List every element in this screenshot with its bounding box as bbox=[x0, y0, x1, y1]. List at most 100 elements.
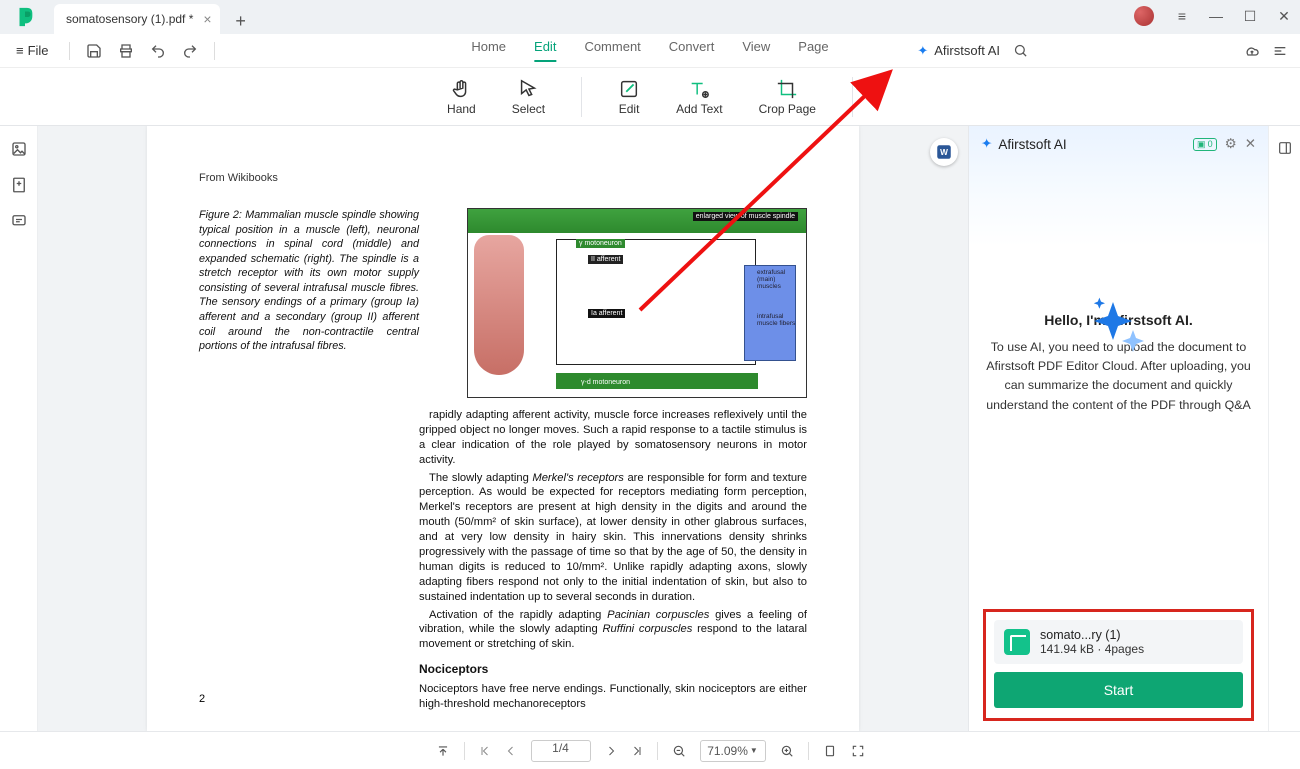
figure-label: Ia afferent bbox=[588, 309, 625, 318]
tab-edit[interactable]: Edit bbox=[534, 39, 556, 62]
file-menu-label: File bbox=[28, 43, 49, 58]
figure-illustration: enlarged view of muscle spindle II affer… bbox=[467, 208, 807, 398]
close-icon[interactable]: ✕ bbox=[1245, 136, 1256, 152]
add-text-tool[interactable]: Add Text bbox=[676, 78, 722, 116]
ai-panel-title: Afirstsoft AI bbox=[998, 137, 1066, 152]
file-type-icon bbox=[1004, 629, 1030, 655]
next-page-icon[interactable] bbox=[605, 745, 617, 757]
page-number: 2 bbox=[199, 693, 205, 705]
crop-page-tool[interactable]: Crop Page bbox=[759, 78, 816, 116]
tab-home[interactable]: Home bbox=[471, 39, 506, 62]
separator bbox=[464, 742, 465, 760]
edit-icon bbox=[618, 78, 640, 100]
zoom-level[interactable]: 71.09%▼ bbox=[700, 740, 766, 762]
menu-tabs: Home Edit Comment Convert View Page bbox=[471, 39, 828, 62]
cloud-upload-icon[interactable] bbox=[1244, 43, 1260, 59]
sparkle-icon: ✦ bbox=[917, 43, 928, 59]
new-tab-button[interactable]: + bbox=[228, 8, 254, 34]
last-page-icon[interactable] bbox=[631, 745, 643, 757]
figure-label: enlarged view of muscle spindle bbox=[693, 212, 798, 221]
hamburger-icon: ≡ bbox=[16, 43, 24, 58]
window-minimize-icon[interactable]: — bbox=[1206, 6, 1226, 26]
separator bbox=[581, 77, 582, 117]
ai-file-meta: 141.94 kB · 4pages bbox=[1040, 642, 1144, 656]
separator bbox=[657, 742, 658, 760]
window-close-icon[interactable]: ✕ bbox=[1274, 6, 1294, 26]
edit-tool[interactable]: Edit bbox=[618, 78, 640, 116]
left-rail bbox=[0, 126, 38, 731]
cursor-icon bbox=[517, 78, 539, 100]
figure-label: γ-d motoneuron bbox=[578, 378, 633, 387]
hand-tool-label: Hand bbox=[447, 102, 476, 116]
first-page-icon[interactable] bbox=[479, 745, 491, 757]
collapse-panel-icon[interactable] bbox=[1277, 140, 1293, 156]
app-logo bbox=[14, 6, 36, 28]
tab-view[interactable]: View bbox=[742, 39, 770, 62]
gear-icon[interactable]: ⚙ bbox=[1225, 136, 1237, 152]
sparkle-icon: ✦ bbox=[981, 136, 992, 152]
hamburger-menu-icon[interactable]: ≡ bbox=[1172, 6, 1192, 26]
tab-convert[interactable]: Convert bbox=[669, 39, 715, 62]
search-icon[interactable] bbox=[1013, 43, 1028, 58]
title-bar: somatosensory (1).pdf * × + ≡ — ☐ ✕ bbox=[0, 0, 1300, 34]
separator bbox=[808, 742, 809, 760]
crop-page-tool-label: Crop Page bbox=[759, 102, 816, 116]
undo-icon[interactable] bbox=[150, 43, 166, 59]
add-text-icon bbox=[688, 78, 710, 100]
sparkle-large-icon bbox=[1087, 296, 1151, 360]
user-avatar[interactable] bbox=[1134, 6, 1154, 26]
print-icon[interactable] bbox=[118, 43, 134, 59]
right-rail bbox=[1268, 126, 1300, 731]
ai-button-label: Afirstsoft AI bbox=[934, 43, 1000, 58]
crop-icon bbox=[776, 78, 798, 100]
save-icon[interactable] bbox=[86, 43, 102, 59]
fullscreen-icon[interactable] bbox=[851, 744, 865, 758]
ai-file-name: somato...ry (1) bbox=[1040, 628, 1144, 642]
separator bbox=[69, 42, 70, 60]
ribbon: Hand Select Edit Add Text Crop Page bbox=[0, 68, 1300, 126]
ai-upload-box: somato...ry (1) 141.94 kB · 4pages Start bbox=[983, 609, 1254, 721]
figure-label: extrafusal (main) muscles bbox=[754, 269, 802, 291]
ai-button[interactable]: ✦ Afirstsoft AI bbox=[917, 43, 1000, 59]
quick-bar: ≡ File Home Edit Comment Convert View Pa… bbox=[0, 34, 1300, 68]
svg-text:W: W bbox=[940, 148, 948, 157]
separator bbox=[214, 42, 215, 60]
bookmarks-icon[interactable] bbox=[10, 176, 28, 194]
ai-file-row[interactable]: somato...ry (1) 141.94 kB · 4pages bbox=[994, 620, 1243, 664]
comments-icon[interactable] bbox=[10, 212, 28, 230]
thumbnails-icon[interactable] bbox=[10, 140, 28, 158]
tab-comment[interactable]: Comment bbox=[584, 39, 640, 62]
document-tab[interactable]: somatosensory (1).pdf * × bbox=[54, 4, 220, 34]
window-maximize-icon[interactable]: ☐ bbox=[1240, 6, 1260, 26]
scroll-top-icon[interactable] bbox=[436, 744, 450, 758]
ai-panel: ✦ Afirstsoft AI ▣ 0 ⚙ ✕ Hello, I'm Afirs… bbox=[968, 126, 1268, 731]
figure-label: II afferent bbox=[588, 255, 623, 264]
file-menu-button[interactable]: ≡ File bbox=[10, 43, 55, 58]
edit-tool-label: Edit bbox=[619, 102, 640, 116]
prev-page-icon[interactable] bbox=[505, 745, 517, 757]
close-tab-icon[interactable]: × bbox=[203, 11, 211, 27]
zoom-out-icon[interactable] bbox=[672, 744, 686, 758]
hand-tool[interactable]: Hand bbox=[447, 78, 476, 116]
page-source-line: From Wikibooks bbox=[199, 172, 807, 184]
document-tab-title: somatosensory (1).pdf * bbox=[66, 12, 193, 26]
figure-caption: Figure 2: Mammalian muscle spindle showi… bbox=[199, 208, 419, 354]
ai-badge[interactable]: ▣ 0 bbox=[1193, 138, 1217, 151]
panel-toggle-icon[interactable] bbox=[1272, 43, 1288, 59]
tab-page[interactable]: Page bbox=[798, 39, 828, 62]
zoom-in-icon[interactable] bbox=[780, 744, 794, 758]
document-viewer[interactable]: From Wikibooks Figure 2: Mammalian muscl… bbox=[38, 126, 968, 731]
main-area: From Wikibooks Figure 2: Mammalian muscl… bbox=[0, 126, 1300, 731]
figure-label: intrafusal muscle fibers bbox=[754, 313, 802, 329]
ai-start-button[interactable]: Start bbox=[994, 672, 1243, 708]
convert-to-word-badge[interactable]: W bbox=[930, 138, 958, 166]
redo-icon[interactable] bbox=[182, 43, 198, 59]
separator bbox=[852, 77, 853, 117]
select-tool[interactable]: Select bbox=[512, 78, 545, 116]
pdf-page: From Wikibooks Figure 2: Mammalian muscl… bbox=[147, 126, 859, 731]
page-indicator-input[interactable]: 1/4 bbox=[531, 740, 591, 762]
add-text-tool-label: Add Text bbox=[676, 102, 722, 116]
select-tool-label: Select bbox=[512, 102, 545, 116]
fit-page-icon[interactable] bbox=[823, 744, 837, 758]
status-bar: 1/4 71.09%▼ bbox=[0, 731, 1300, 769]
